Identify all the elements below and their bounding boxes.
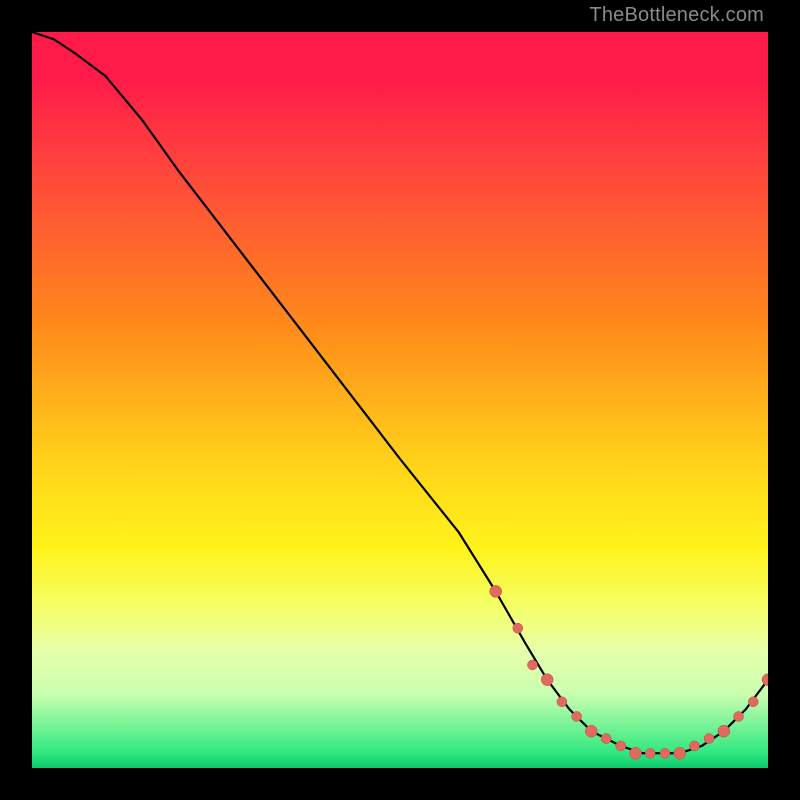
plot-area: [32, 32, 768, 768]
attribution-text: TheBottleneck.com: [589, 4, 764, 27]
data-marker: [601, 734, 611, 744]
data-marker: [541, 674, 553, 686]
data-marker: [490, 585, 502, 597]
data-marker: [762, 674, 768, 686]
bottleneck-curve: [32, 32, 768, 753]
data-marker: [572, 711, 582, 721]
data-marker: [630, 747, 642, 759]
data-markers: [490, 585, 768, 759]
data-marker: [689, 741, 699, 751]
data-marker: [527, 660, 537, 670]
data-marker: [718, 725, 730, 737]
data-marker: [704, 734, 714, 744]
data-marker: [616, 741, 626, 751]
data-marker: [660, 748, 670, 758]
data-marker: [734, 711, 744, 721]
data-marker: [645, 748, 655, 758]
data-marker: [557, 697, 567, 707]
chart-stage: TheBottleneck.com: [0, 0, 800, 800]
chart-svg: [32, 32, 768, 768]
data-marker: [748, 697, 758, 707]
data-marker: [513, 623, 523, 633]
data-marker: [674, 747, 686, 759]
data-marker: [585, 725, 597, 737]
